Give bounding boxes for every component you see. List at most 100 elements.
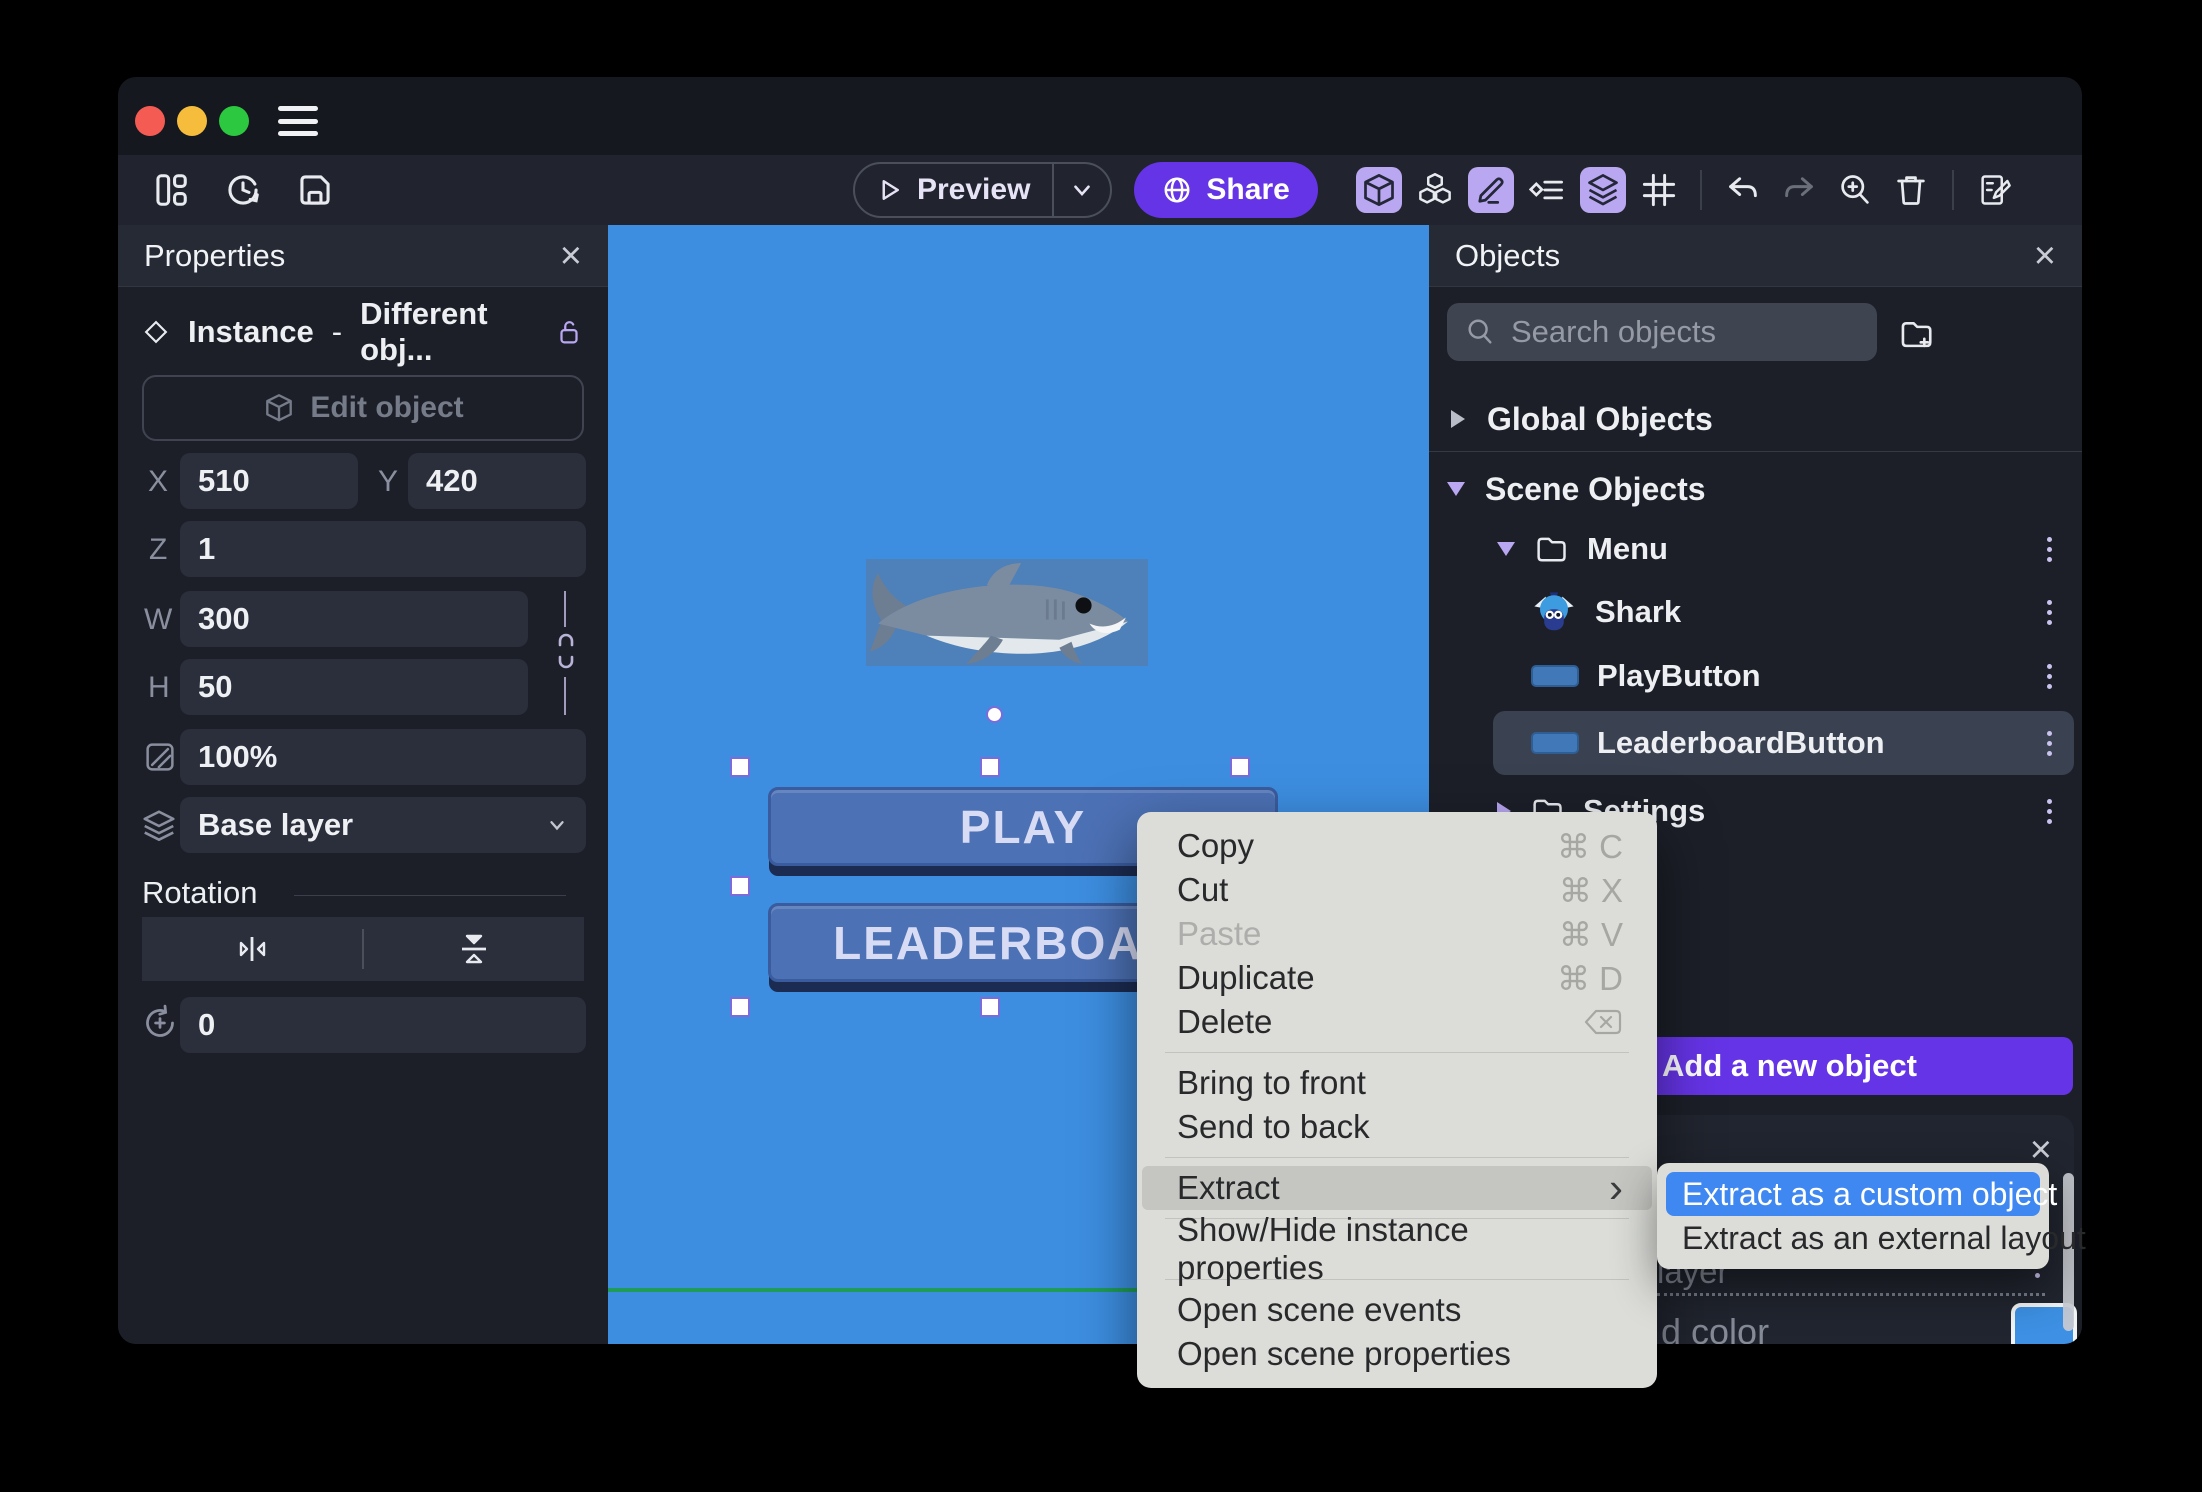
toggle-3d-view-button[interactable] — [1356, 167, 1402, 213]
stacked-cubes-icon — [1417, 172, 1453, 208]
rotation-input[interactable] — [180, 997, 586, 1053]
preview-label: Preview — [917, 173, 1031, 206]
selection-handle-mid-left[interactable] — [730, 876, 750, 896]
delete-key-icon — [1583, 1008, 1623, 1036]
redo-icon — [1781, 172, 1817, 208]
flip-vertical-button[interactable] — [364, 917, 584, 981]
menu-item-shortcut: ⌘ X — [1558, 871, 1623, 909]
flip-controls — [142, 917, 584, 981]
menu-item-open-scene-events[interactable]: Open scene events — [1137, 1288, 1657, 1332]
menu-item-delete[interactable]: Delete — [1137, 1000, 1657, 1044]
menu-item-send-to-back[interactable]: Send to back — [1137, 1105, 1657, 1149]
menu-item-show-hide-instance-properties[interactable]: Show/Hide instance properties — [1137, 1211, 1657, 1286]
opacity-input[interactable] — [180, 729, 586, 785]
selection-handle-top-center[interactable] — [980, 757, 1000, 777]
kebab-menu-icon[interactable] — [2041, 658, 2058, 695]
grid-button[interactable] — [1636, 167, 1682, 213]
close-icon[interactable]: × — [560, 237, 582, 275]
selection-handle-top-left[interactable] — [730, 757, 750, 777]
menu-item-copy[interactable]: Copy ⌘ C — [1137, 824, 1657, 868]
x-input[interactable] — [180, 453, 358, 509]
menu-item-label: Cut — [1177, 871, 1229, 908]
delete-button[interactable] — [1888, 167, 1934, 213]
link-proportions-icon[interactable] — [550, 627, 582, 675]
open-project-manager-button[interactable] — [148, 167, 194, 213]
redo-button[interactable] — [1776, 167, 1822, 213]
unlock-icon[interactable] — [554, 317, 584, 347]
edit-object-button[interactable]: Edit object — [142, 375, 584, 441]
preview-button[interactable]: Preview — [853, 162, 1113, 218]
traffic-light-minimize[interactable] — [177, 106, 207, 136]
object-row-leaderboardbutton[interactable]: LeaderboardButton — [1429, 716, 2082, 770]
global-objects-label: Global Objects — [1487, 400, 1713, 437]
search-box[interactable] — [1447, 303, 1910, 361]
menu-item-cut[interactable]: Cut ⌘ X — [1137, 868, 1657, 912]
dotted-underline — [1657, 1293, 2045, 1296]
close-icon[interactable]: × — [2034, 237, 2056, 275]
add-folder-icon[interactable] — [1897, 315, 1935, 353]
object-row-playbutton[interactable]: PlayButton — [1429, 649, 2082, 703]
layers-panel-button[interactable] — [1580, 167, 1626, 213]
layers-icon — [1585, 172, 1621, 208]
menu-item-label: Show/Hide instance properties — [1177, 1211, 1469, 1286]
width-input[interactable] — [180, 591, 528, 647]
hamburger-menu-icon[interactable] — [278, 106, 318, 136]
menu-divider — [1165, 1052, 1629, 1053]
preview-dropdown-button[interactable] — [1054, 177, 1110, 203]
objects-cubes-button[interactable] — [1412, 167, 1458, 213]
selection-handle-top-right[interactable] — [1230, 757, 1250, 777]
menu-item-bring-to-front[interactable]: Bring to front — [1137, 1061, 1657, 1105]
zoom-in-button[interactable] — [1832, 167, 1878, 213]
menu-item-duplicate[interactable]: Duplicate ⌘ D — [1137, 956, 1657, 1000]
selection-handle-bottom-left[interactable] — [730, 997, 750, 1017]
y-label: Y — [378, 465, 399, 498]
kebab-menu-icon[interactable] — [2041, 793, 2058, 830]
z-input[interactable] — [180, 521, 586, 577]
chevron-down-icon — [1069, 177, 1095, 203]
submenu-item-extract-custom-object[interactable]: Extract as a custom object — [1666, 1172, 2057, 1216]
layer-select[interactable]: Base layer — [180, 797, 586, 853]
object-folder-menu[interactable]: Menu — [1429, 523, 2082, 575]
link-line — [564, 591, 566, 627]
scene-properties-button[interactable] — [1972, 167, 2018, 213]
height-input[interactable] — [180, 659, 528, 715]
edit-mode-button[interactable] — [1468, 167, 1514, 213]
object-row-shark[interactable]: Shark — [1429, 585, 2082, 639]
search-input[interactable] — [1511, 314, 1910, 350]
w-label: W — [144, 603, 173, 636]
flip-vertical-icon — [454, 929, 494, 969]
undo-button[interactable] — [1720, 167, 1766, 213]
traffic-light-close[interactable] — [135, 106, 165, 136]
instances-list-icon — [1529, 172, 1565, 208]
menu-item-shortcut: ⌘ C — [1557, 827, 1623, 865]
toolbar-divider — [1952, 170, 1954, 210]
y-input[interactable] — [408, 453, 586, 509]
share-button[interactable]: Share — [1134, 162, 1318, 218]
menu-item-extract[interactable]: Extract › — [1142, 1166, 1652, 1210]
kebab-menu-icon[interactable] — [2041, 594, 2058, 631]
button-thumbnail-icon — [1531, 732, 1579, 754]
submenu-item-extract-external-layout[interactable]: Extract as an external layout — [1666, 1216, 2086, 1260]
menu-item-label: Open scene properties — [1177, 1335, 1511, 1372]
flip-horizontal-icon — [232, 929, 272, 969]
flip-horizontal-button[interactable] — [142, 917, 362, 981]
rotate-handle[interactable] — [986, 706, 1003, 723]
kebab-menu-icon[interactable] — [2041, 725, 2058, 762]
instances-list-button[interactable] — [1524, 167, 1570, 213]
selection-handle-bottom-center[interactable] — [980, 997, 1000, 1017]
version-history-button[interactable] — [220, 167, 266, 213]
menu-item-shortcut: ⌘ D — [1557, 959, 1623, 997]
rotate-angle-icon — [140, 1003, 180, 1043]
kebab-menu-icon[interactable] — [2041, 531, 2058, 568]
menu-item-open-scene-properties[interactable]: Open scene properties — [1137, 1332, 1657, 1376]
save-button[interactable] — [292, 167, 338, 213]
trash-icon — [1893, 172, 1929, 208]
global-objects-header[interactable]: Global Objects — [1429, 393, 2082, 445]
menu-item-paste[interactable]: Paste ⌘ V — [1137, 912, 1657, 956]
notebook-edit-icon — [1977, 172, 2013, 208]
scene-objects-label: Scene Objects — [1485, 470, 1706, 507]
h-label: H — [148, 671, 170, 704]
traffic-light-zoom[interactable] — [219, 106, 249, 136]
scene-objects-header[interactable]: Scene Objects — [1429, 463, 2082, 515]
shark-sprite[interactable] — [866, 559, 1148, 666]
